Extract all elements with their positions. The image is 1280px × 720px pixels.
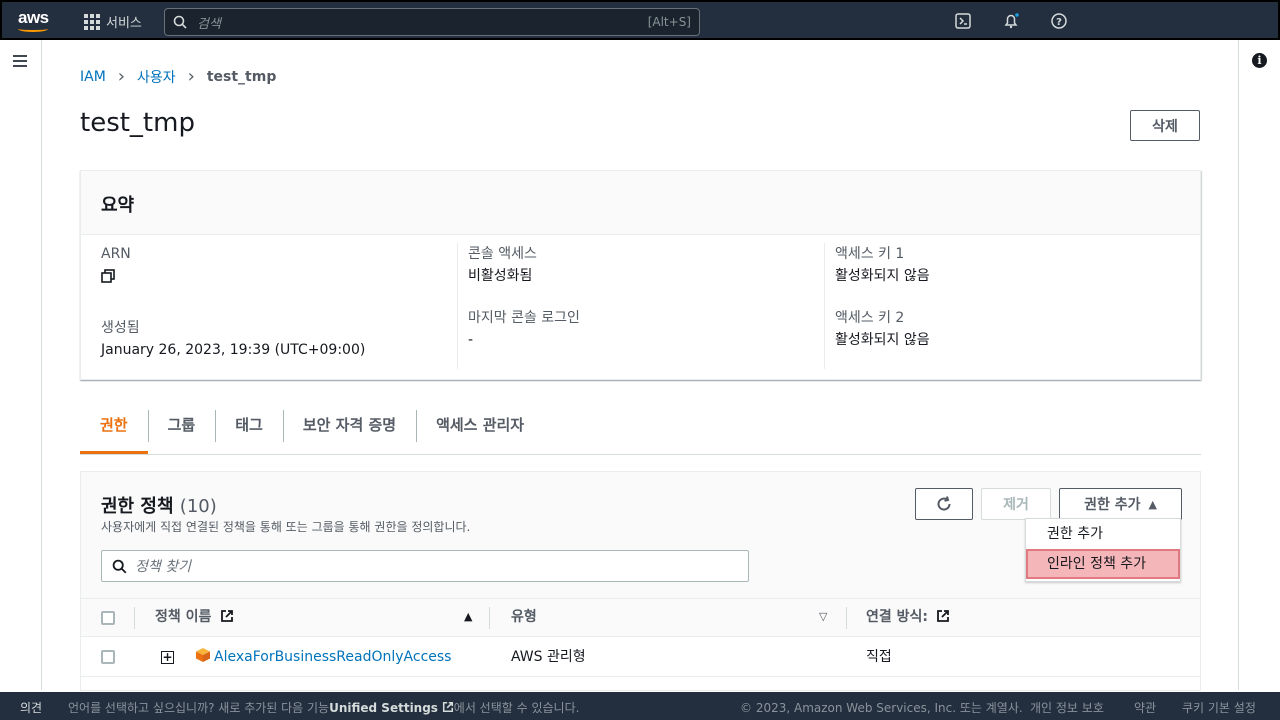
refresh-icon (937, 496, 951, 511)
tab-tags[interactable]: 태그 (215, 410, 283, 454)
policy-search-input[interactable]: 정책 찾기 (101, 550, 749, 582)
policy-search-placeholder: 정책 찾기 (135, 559, 191, 575)
column-type[interactable]: 유형 (511, 599, 537, 637)
svg-text:?: ? (1056, 17, 1062, 28)
external-link-icon (936, 610, 949, 622)
search-placeholder: 검색 (197, 16, 221, 32)
menu-item-add-inline-policy[interactable]: 인라인 정책 추가 (1026, 549, 1180, 579)
terms-link[interactable]: 약관 (1134, 699, 1156, 716)
search-icon (112, 559, 127, 573)
chevron-right-icon: › (187, 66, 195, 87)
access-key-1-label: 액세스 키 1 (835, 246, 905, 262)
page-title: test_tmp (80, 108, 195, 138)
access-key-2-label: 액세스 키 2 (835, 310, 905, 326)
created-label: 생성됨 (101, 320, 140, 336)
caret-up-icon: ▲ (1148, 497, 1157, 511)
info-icon[interactable]: i (1252, 53, 1267, 68)
add-permissions-dropdown: 권한 추가 인라인 정책 추가 (1025, 518, 1181, 582)
footer: 의견 언어를 선택하고 싶으십니까? 새로 추가된 다음 기능Unified S… (0, 692, 1280, 720)
help-icon[interactable]: ? (1050, 12, 1068, 30)
external-link-icon (442, 701, 453, 713)
permissions-count: (10) (179, 496, 217, 517)
summary-title: 요약 (81, 171, 1200, 235)
chevron-right-icon: › (117, 66, 125, 87)
delete-button[interactable]: 삭제 (1130, 110, 1200, 141)
policy-type: AWS 관리형 (511, 649, 586, 665)
select-all-checkbox[interactable] (101, 611, 115, 625)
hamburger-menu-icon[interactable] (13, 55, 27, 70)
expand-icon[interactable]: + (161, 651, 174, 664)
add-permissions-button[interactable]: 권한 추가 ▲ (1059, 488, 1182, 520)
copy-icon[interactable] (101, 269, 115, 283)
services-menu[interactable]: 서비스 (84, 12, 142, 31)
table-header: 정책 이름 ▲ 유형 ▽ 연결 방식: (81, 599, 1200, 637)
console-access-label: 콘솔 액세스 (468, 246, 537, 262)
aws-logo[interactable]: aws (18, 8, 49, 32)
sort-descending-icon[interactable]: ▽ (819, 599, 827, 637)
access-key-2-value: 활성화되지 않음 (835, 332, 930, 348)
unified-settings-link[interactable]: Unified Settings (329, 701, 438, 715)
privacy-link[interactable]: 개인 정보 보호 (1030, 699, 1104, 716)
grid-icon (84, 13, 100, 30)
left-rail (0, 40, 42, 690)
policy-link[interactable]: AlexaForBusinessReadOnlyAccess (214, 649, 451, 665)
menu-item-add-permissions[interactable]: 권한 추가 (1026, 519, 1180, 549)
external-link-icon (221, 610, 234, 622)
tab-groups[interactable]: 그룹 (147, 410, 216, 454)
feedback-link[interactable]: 의견 (20, 699, 42, 716)
search-shortcut: [Alt+S] (647, 15, 691, 29)
policy-attached-via: 직접 (866, 649, 892, 665)
tab-permissions[interactable]: 권한 (80, 410, 148, 454)
aws-logo-text: aws (18, 8, 49, 27)
cookie-preferences-link[interactable]: 쿠키 기본 설정 (1182, 699, 1256, 716)
permissions-title: 권한 정책 (10) (101, 492, 217, 518)
cloudshell-icon[interactable] (954, 12, 972, 30)
permissions-title-text: 권한 정책 (101, 496, 174, 517)
bell-icon[interactable] (1002, 12, 1020, 30)
language-prompt: 언어를 선택하고 싶으십니까? 새로 추가된 다음 기능Unified Sett… (68, 701, 580, 715)
breadcrumb-current: test_tmp (206, 68, 277, 85)
column-attached-via[interactable]: 연결 방식: (866, 599, 950, 637)
row-checkbox[interactable] (101, 650, 115, 664)
breadcrumb-users[interactable]: 사용자 (137, 67, 176, 87)
summary-panel: 요약 ARN 생성됨 January 26, 2023, 19:39 (UTC+… (80, 170, 1201, 380)
last-login-label: 마지막 콘솔 로그인 (468, 310, 580, 326)
column-policy-name[interactable]: 정책 이름 (155, 599, 234, 637)
add-permissions-label: 권한 추가 (1084, 497, 1141, 513)
sort-ascending-icon[interactable]: ▲ (464, 599, 472, 637)
remove-button[interactable]: 제거 (981, 488, 1051, 520)
created-value: January 26, 2023, 19:39 (UTC+09:00) (101, 342, 366, 358)
console-access-value: 비활성화됨 (468, 268, 533, 284)
refresh-button[interactable] (915, 488, 973, 520)
tab-access-advisor[interactable]: 액세스 관리자 (416, 410, 544, 454)
search-icon (173, 15, 187, 29)
access-key-1-value: 활성화되지 않음 (835, 268, 930, 284)
last-login-value: - (468, 332, 474, 348)
copyright: © 2023, Amazon Web Services, Inc. 또는 계열사… (740, 701, 1023, 715)
global-search-input[interactable]: 검색 [Alt+S] (164, 8, 700, 36)
arn-label: ARN (101, 246, 131, 262)
tab-security-credentials[interactable]: 보안 자격 증명 (282, 410, 416, 454)
services-label: 서비스 (106, 16, 142, 31)
table-row: + AlexaForBusinessReadOnlyAccess AWS 관리형… (81, 637, 1200, 677)
aws-logo-smile (18, 26, 48, 32)
breadcrumb-iam[interactable]: IAM (80, 69, 106, 85)
breadcrumb: IAM › 사용자 › test_tmp (80, 66, 276, 87)
right-rail: i (1238, 40, 1280, 690)
permissions-description: 사용자에게 직접 연결된 정책을 통해 또는 그룹을 통해 권한을 정의합니다. (101, 520, 471, 534)
tab-list: 권한 그룹 태그 보안 자격 증명 액세스 관리자 (80, 410, 1201, 455)
top-navigation: aws 서비스 검색 [Alt+S] ? (0, 0, 1280, 40)
aws-managed-policy-icon (196, 648, 210, 662)
